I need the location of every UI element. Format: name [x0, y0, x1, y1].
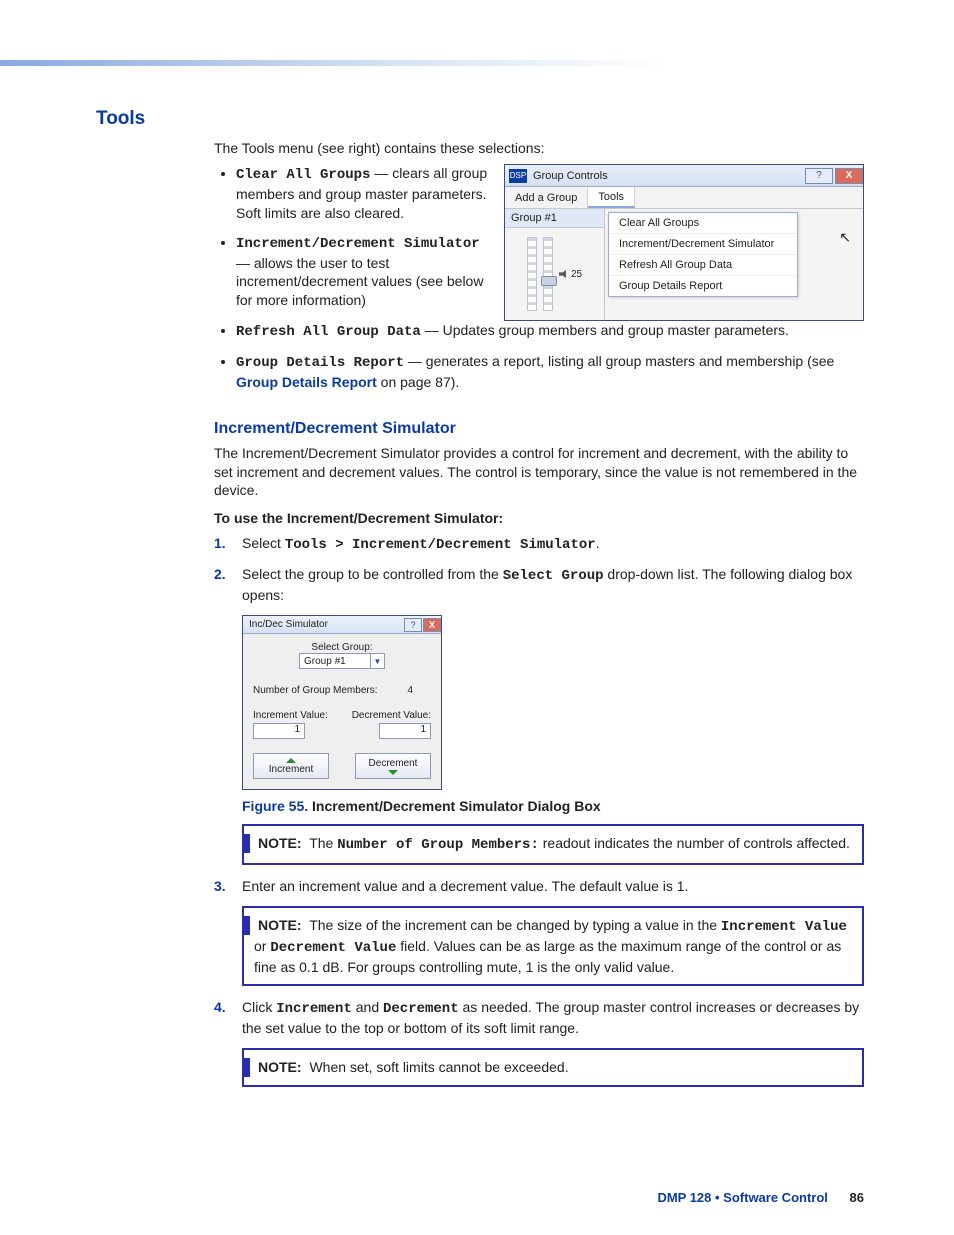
- note1-b: Number of Group Members:: [337, 837, 539, 853]
- bullet-incdec-text: — allows the user to test increment/decr…: [236, 255, 483, 309]
- step-number: 1.: [214, 534, 226, 553]
- step4-a: Click: [242, 999, 276, 1015]
- menu-item-inc-dec-sim[interactable]: Increment/Decrement Simulator: [609, 234, 797, 255]
- intro-text: The Tools menu (see right) contains thes…: [214, 140, 864, 156]
- page-number: 86: [850, 1190, 864, 1205]
- help-button[interactable]: ?: [805, 168, 833, 184]
- chevron-down-icon: ▼: [370, 654, 384, 668]
- step4-c: and: [352, 999, 383, 1015]
- steps-list: 1. Select Tools > Increment/Decrement Si…: [214, 534, 864, 605]
- bullet-refresh-text: — Updates group members and group master…: [421, 322, 789, 338]
- group-controls-window: DSP Group Controls ? X Add a Group Tools…: [504, 164, 864, 321]
- note-label: NOTE:: [244, 1058, 302, 1077]
- sim-titlebar: Inc/Dec Simulator ? X: [243, 616, 441, 634]
- increment-value-label: Increment Value:: [253, 710, 339, 721]
- note2-b: Increment Value: [721, 919, 847, 935]
- group-slider[interactable]: 25: [505, 228, 604, 320]
- decrement-button[interactable]: Decrement: [355, 753, 431, 779]
- section-paragraph: The Increment/Decrement Simulator provid…: [214, 444, 864, 501]
- slider-value: 25: [571, 269, 582, 280]
- increment-button-label: Increment: [269, 764, 313, 775]
- select-group-dropdown[interactable]: Group #1 ▼: [299, 653, 385, 669]
- arrow-down-icon: [388, 770, 398, 775]
- members-value: 4: [407, 685, 413, 696]
- menu-item-report[interactable]: Group Details Report: [609, 276, 797, 296]
- menu-item-clear-all[interactable]: Clear All Groups: [609, 213, 797, 234]
- bullet-refresh-name: Refresh All Group Data: [236, 324, 421, 340]
- page-title: Tools: [96, 108, 864, 130]
- footer-text: DMP 128 • Software Control: [657, 1190, 827, 1205]
- decrement-value-input[interactable]: 1: [379, 723, 431, 739]
- note-label: NOTE:: [244, 916, 302, 935]
- note1-a: The: [306, 835, 338, 851]
- menu-add-group[interactable]: Add a Group: [505, 187, 588, 208]
- group-panel: Group #1 25: [505, 209, 605, 320]
- bullet-report-text-a: — generates a report, listing all group …: [404, 353, 834, 369]
- menu-tools[interactable]: Tools: [588, 187, 635, 208]
- step1-c: .: [596, 535, 600, 551]
- close-button[interactable]: X: [835, 168, 863, 184]
- decrement-value-label: Decrement Value:: [345, 710, 431, 721]
- menu-item-refresh[interactable]: Refresh All Group Data: [609, 255, 797, 276]
- page-footer: DMP 128 • Software Control 86: [657, 1190, 864, 1205]
- step1-a: Select: [242, 535, 285, 551]
- select-group-label: Select Group:: [253, 642, 431, 653]
- steps-list-cont2: 4. Click Increment and Decrement as need…: [214, 998, 864, 1038]
- step2-b: Select Group: [503, 568, 604, 584]
- step-number: 4.: [214, 998, 226, 1017]
- incdec-simulator-window: Inc/Dec Simulator ? X Select Group: Grou…: [242, 615, 442, 790]
- members-label: Number of Group Members:: [253, 685, 378, 696]
- note1-c: readout indicates the number of controls…: [539, 835, 850, 851]
- step-number: 2.: [214, 565, 226, 584]
- speaker-icon: [559, 270, 569, 278]
- bullet-incdec-name: Increment/Decrement Simulator: [236, 236, 480, 252]
- window-titlebar: DSP Group Controls ? X: [505, 165, 863, 187]
- note-box-1: NOTE: The Number of Group Members: reado…: [242, 824, 864, 865]
- select-group-value: Group #1: [304, 656, 346, 667]
- group-details-link[interactable]: Group Details Report: [236, 374, 377, 390]
- section-heading: Increment/Decrement Simulator: [214, 420, 864, 438]
- increment-button[interactable]: Increment: [253, 753, 329, 779]
- note2-c: or: [254, 938, 270, 954]
- note-label: NOTE:: [244, 834, 302, 853]
- step4-b: Increment: [276, 1001, 352, 1017]
- note2-d: Decrement Value: [270, 940, 396, 956]
- figure-caption: Figure 55. Increment/Decrement Simulator…: [242, 798, 864, 814]
- increment-value-input[interactable]: 1: [253, 723, 305, 739]
- step3: Enter an increment value and a decrement…: [242, 878, 688, 894]
- note2-a: The size of the increment can be changed…: [306, 917, 721, 933]
- steps-list-cont: 3. Enter an increment value and a decrem…: [214, 877, 864, 896]
- decrement-button-label: Decrement: [369, 758, 418, 769]
- figure-caption-text: Increment/Decrement Simulator Dialog Box: [308, 798, 601, 814]
- note3: When set, soft limits cannot be exceeded…: [306, 1059, 569, 1075]
- step-number: 3.: [214, 877, 226, 896]
- arrow-up-icon: [286, 758, 296, 763]
- menubar: Add a Group Tools: [505, 187, 863, 209]
- window-title: Group Controls: [533, 170, 608, 182]
- step1-b: Tools > Increment/Decrement Simulator: [285, 537, 596, 553]
- step4-d: Decrement: [383, 1001, 459, 1017]
- sim-close-button[interactable]: X: [423, 618, 441, 632]
- figure-number: Figure 55.: [242, 798, 308, 814]
- note-box-3: NOTE: When set, soft limits cannot be ex…: [242, 1048, 864, 1087]
- note-box-2: NOTE: The size of the increment can be c…: [242, 906, 864, 987]
- tools-dropdown: Clear All Groups Increment/Decrement Sim…: [608, 212, 798, 297]
- group-label: Group #1: [505, 209, 604, 228]
- sim-title: Inc/Dec Simulator: [249, 619, 328, 630]
- sim-help-button[interactable]: ?: [404, 618, 422, 632]
- top-gradient-rule: [0, 60, 954, 66]
- step2-a: Select the group to be controlled from t…: [242, 566, 503, 582]
- cursor-icon: ↖: [839, 229, 851, 246]
- app-icon: DSP: [509, 169, 527, 183]
- bullet-report-text-b: on page 87).: [377, 374, 460, 390]
- howto-lead: To use the Increment/Decrement Simulator…: [214, 510, 864, 526]
- bullet-report-name: Group Details Report: [236, 355, 404, 371]
- bullet-clear-all-name: Clear All Groups: [236, 167, 370, 183]
